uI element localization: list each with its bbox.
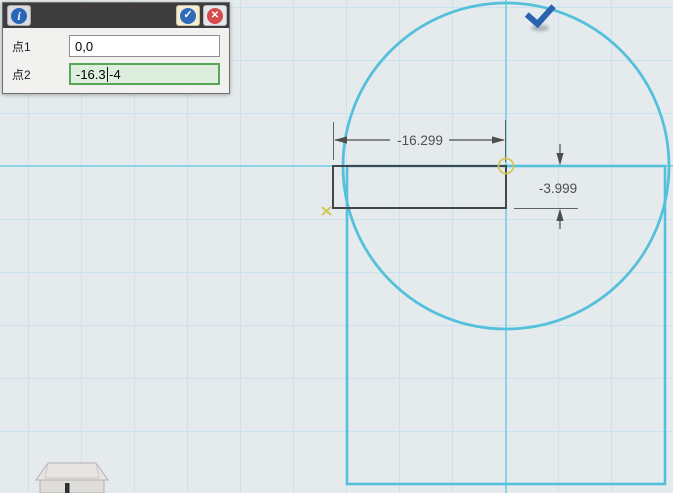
sketch-rectangle[interactable] (332, 165, 507, 209)
point2-row: 点2 -16.3 -4 (12, 63, 220, 85)
view-cube[interactable] (35, 462, 109, 493)
point2-input[interactable]: -16.3 -4 (69, 63, 220, 85)
check-glyph (524, 4, 556, 29)
arrow-left (334, 136, 347, 144)
check-shadow (531, 24, 549, 32)
point2-label: 点2 (12, 67, 31, 82)
arrow-down (556, 153, 564, 166)
close-button[interactable]: ✕ (203, 5, 227, 26)
dialog-body: 点1 0,0 点2 -16.3 -4 (3, 28, 229, 93)
point1-row: 点1 0,0 (12, 35, 220, 57)
arrow-up (556, 208, 564, 221)
confirm-check-icon: ✓ (180, 7, 196, 24)
point1-value: 0,0 (75, 38, 94, 54)
dialog-titlebar: i ✓ ✕ (3, 3, 229, 28)
close-x-icon: ✕ (207, 7, 223, 24)
info-button[interactable]: i (7, 5, 31, 26)
dimension-vertical-value[interactable]: -3.999 (539, 181, 577, 196)
point1-input[interactable]: 0,0 (69, 35, 220, 57)
text-caret (106, 66, 109, 82)
point2-value-after-caret: -4 (109, 66, 121, 82)
corner-cursor-marker (321, 206, 332, 216)
arrow-right (492, 136, 505, 144)
confirm-check-icon[interactable] (524, 4, 556, 32)
point2-value-before-caret: -16.3 (76, 66, 106, 82)
dimension-horizontal-value[interactable]: -16.299 (397, 133, 443, 148)
point-input-dialog: i ✓ ✕ 点1 0,0 点2 -16.3 -4 (2, 2, 230, 94)
dimension-vertical[interactable]: -3.999 (514, 144, 578, 229)
info-icon: i (11, 7, 27, 24)
view-cube-front-face[interactable] (39, 479, 105, 493)
view-cube-label-fragment (65, 483, 70, 493)
point1-label: 点1 (12, 39, 31, 54)
dimension-horizontal[interactable]: -16.299 (333, 120, 506, 162)
confirm-button[interactable]: ✓ (176, 5, 200, 26)
